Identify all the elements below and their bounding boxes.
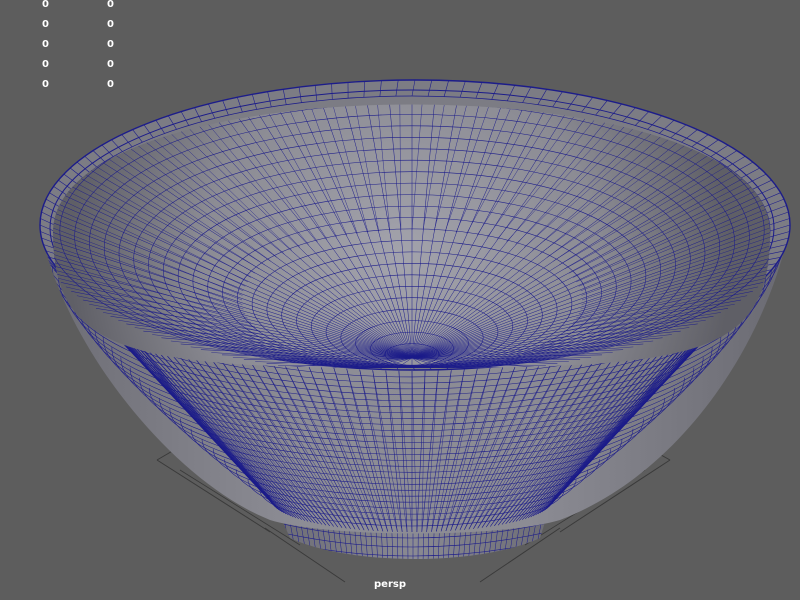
- camera-name-label: persp: [374, 579, 406, 590]
- hud-row: 00: [36, 58, 126, 78]
- hud-value: 0: [42, 0, 49, 10]
- perspective-viewport[interactable]: 0000000000 persp: [0, 0, 800, 600]
- hud-value: 0: [107, 0, 114, 10]
- bowl-inner-surface: [53, 104, 770, 368]
- hud-row: 00: [36, 0, 126, 18]
- hud-value: 0: [107, 59, 114, 70]
- hud-row: 00: [36, 78, 126, 98]
- hud-value: 0: [107, 19, 114, 30]
- hud-value: 0: [107, 39, 114, 50]
- hud-value: 0: [107, 79, 114, 90]
- hud-value: 0: [42, 39, 49, 50]
- hud-row: 00: [36, 18, 126, 38]
- hud-value: 0: [42, 19, 49, 30]
- hud-value: 0: [42, 59, 49, 70]
- hud-row: 00: [36, 38, 126, 58]
- hud-value: 0: [42, 79, 49, 90]
- heads-up-display: 0000000000: [36, 0, 126, 98]
